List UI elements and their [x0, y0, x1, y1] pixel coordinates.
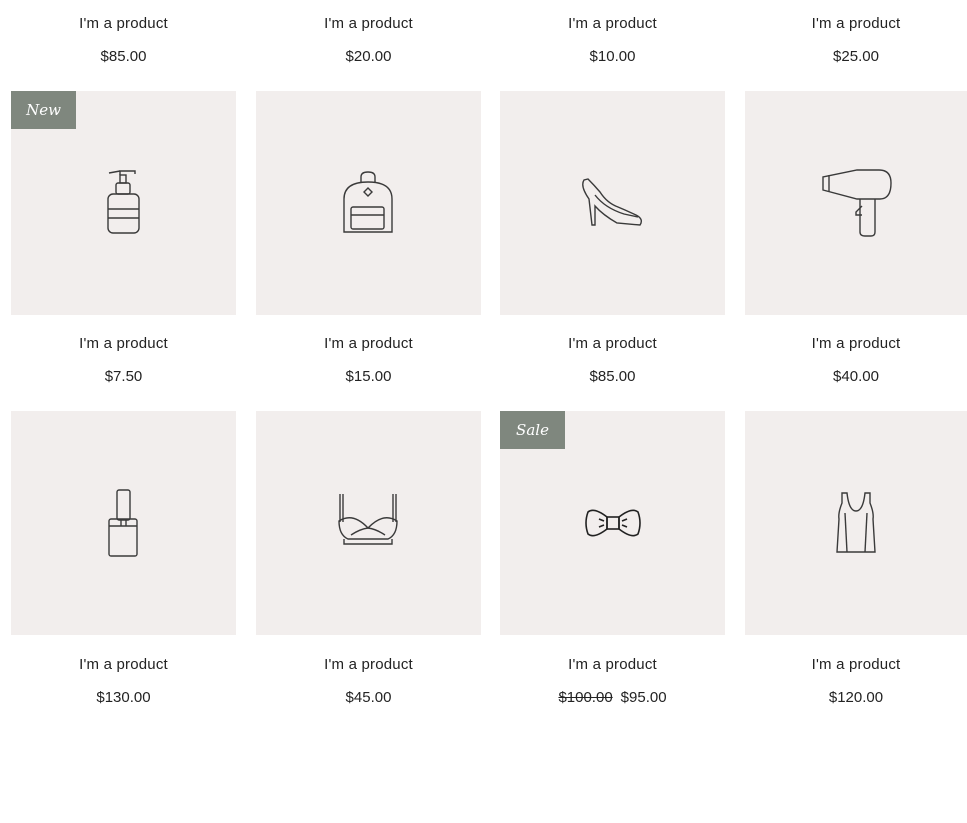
product-price: $20.00 [345, 48, 392, 65]
product-price: $15.00 [345, 368, 392, 385]
product-name[interactable]: I'm a product [745, 335, 967, 352]
ribbon-new: New [11, 91, 76, 129]
product-name[interactable]: I'm a product [11, 335, 236, 352]
product-name[interactable]: I'm a product [256, 335, 481, 352]
product-name[interactable]: I'm a product [745, 656, 967, 673]
product-name[interactable]: I'm a product [256, 15, 481, 32]
product-name[interactable]: I'm a product [500, 656, 725, 673]
product-image[interactable] [256, 411, 481, 635]
ribbon-sale: Sale [500, 411, 565, 449]
product-name[interactable]: I'm a product [745, 15, 967, 32]
product-name[interactable]: I'm a product [500, 15, 725, 32]
bra-icon [338, 494, 398, 545]
product-price: $100.00 $95.00 [500, 689, 725, 706]
sale-price: $95.00 [620, 689, 667, 706]
tank-top-icon [836, 492, 876, 553]
product-price: $130.00 [96, 689, 151, 706]
product-image[interactable] [745, 411, 967, 635]
product-price: $45.00 [345, 689, 392, 706]
product-image[interactable]: Sale [500, 411, 725, 635]
high-heel-shoe-icon [582, 178, 643, 226]
product-name[interactable]: I'm a product [11, 656, 236, 673]
product-price: $85.00 [100, 48, 147, 65]
product-image[interactable] [500, 91, 725, 315]
hair-dryer-icon [822, 169, 892, 237]
product-price: $25.00 [833, 48, 879, 65]
perfume-bottle-icon [108, 489, 138, 557]
product-price: $40.00 [833, 368, 879, 385]
product-name[interactable]: I'm a product [256, 656, 481, 673]
product-image[interactable] [745, 91, 967, 315]
product-name[interactable]: I'm a product [11, 15, 236, 32]
product-price: $7.50 [104, 368, 143, 385]
product-image[interactable] [11, 411, 236, 635]
product-price: $85.00 [589, 368, 636, 385]
backpack-icon [343, 171, 393, 233]
product-image[interactable]: New [11, 91, 236, 315]
product-name[interactable]: I'm a product [500, 335, 725, 352]
product-image[interactable] [256, 91, 481, 315]
product-price: $120.00 [828, 689, 884, 706]
original-price: $100.00 [558, 689, 613, 706]
product-price: $10.00 [589, 48, 636, 65]
